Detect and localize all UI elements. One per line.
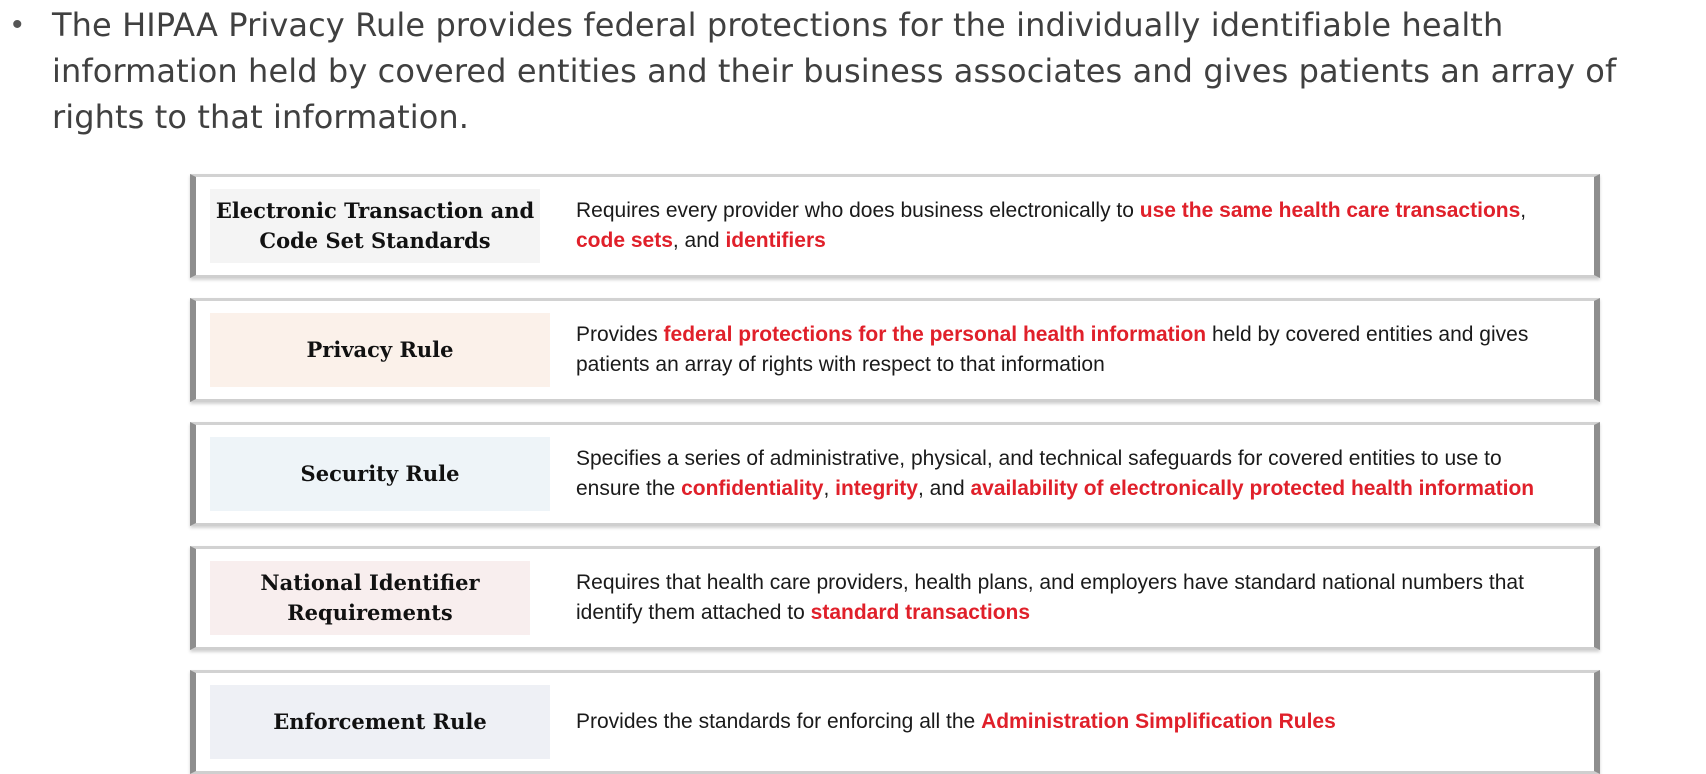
rule-description-text: Requires that health care providers, hea… — [576, 568, 1566, 628]
intro-bullet-text: The HIPAA Privacy Rule provides federal … — [52, 6, 1617, 136]
highlighted-term: availability of electronically protected… — [970, 477, 1535, 500]
highlighted-term: use the same health care transactions — [1139, 199, 1521, 222]
description-segment: Requires that health care providers, hea… — [576, 571, 1524, 624]
description-segment: , — [1520, 199, 1527, 222]
rule-name: Enforcement Rule — [210, 685, 550, 759]
rule-row-enforcement: Enforcement Rule Provides the standards … — [190, 670, 1600, 774]
rule-name: Electronic Transaction and Code Set Stan… — [210, 189, 540, 263]
highlighted-term: confidentiality — [681, 477, 824, 500]
highlighted-term: code sets — [576, 229, 673, 252]
rule-description: Requires that health care providers, hea… — [576, 549, 1566, 647]
rule-row-transactions: Electronic Transaction and Code Set Stan… — [190, 174, 1600, 278]
rule-name: Privacy Rule — [210, 313, 550, 387]
rule-name: National Identifier Requirements — [210, 561, 530, 635]
rule-description: Provides the standards for enforcing all… — [576, 673, 1566, 771]
rule-name: Security Rule — [210, 437, 550, 511]
description-segment: Requires every provider who does busines… — [576, 199, 1140, 222]
rule-description-text: Provides the standards for enforcing all… — [576, 707, 1336, 737]
intro-bullet: • The HIPAA Privacy Rule provides federa… — [10, 2, 1700, 140]
bullet-marker: • — [12, 8, 23, 41]
description-segment: , — [823, 477, 836, 500]
rule-row-security: Security Rule Specifies a series of admi… — [190, 422, 1600, 526]
rule-description-text: Requires every provider who does busines… — [576, 196, 1566, 256]
description-segment: , and — [917, 477, 971, 500]
description-segment: , and — [672, 229, 726, 252]
highlighted-term: standard transactions — [810, 601, 1031, 624]
rule-description: Requires every provider who does busines… — [576, 177, 1566, 275]
rule-description-text: Provides federal protections for the per… — [576, 320, 1566, 380]
highlighted-term: identifiers — [725, 229, 826, 252]
highlighted-term: integrity — [835, 477, 918, 500]
description-segment: Provides the standards for enforcing all… — [576, 710, 982, 733]
highlighted-term: federal protections for the personal hea… — [663, 323, 1207, 346]
rule-row-national-identifier: National Identifier Requirements Require… — [190, 546, 1600, 650]
rule-description: Specifies a series of administrative, ph… — [576, 425, 1566, 523]
rule-row-privacy: Privacy Rule Provides federal protection… — [190, 298, 1600, 402]
highlighted-term: Administration Simplification Rules — [981, 710, 1336, 733]
description-segment: Provides — [576, 323, 664, 346]
rule-description: Provides federal protections for the per… — [576, 301, 1566, 399]
rule-description-text: Specifies a series of administrative, ph… — [576, 444, 1566, 504]
